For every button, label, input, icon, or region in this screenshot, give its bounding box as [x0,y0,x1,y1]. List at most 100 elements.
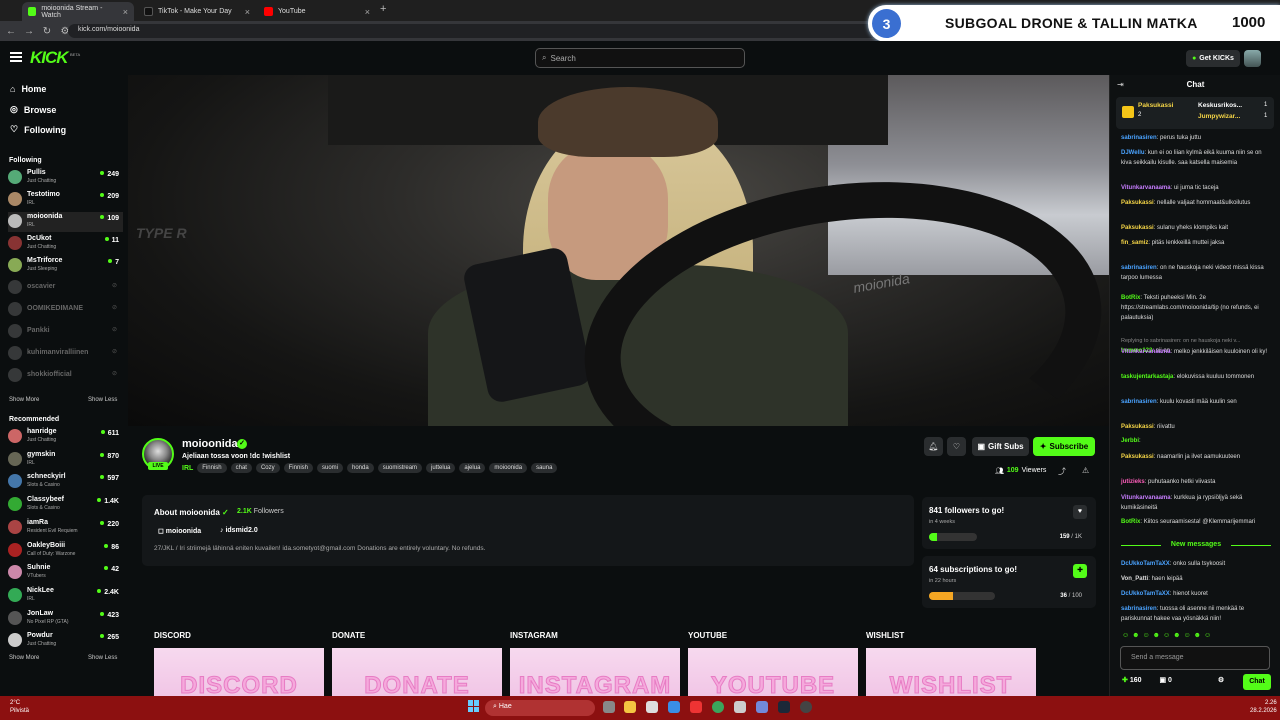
chat-username[interactable]: DcUkkoTamTaXX [1121,561,1170,567]
chat-username[interactable]: Vitunkarvanaama [1121,185,1171,191]
close-tab-icon[interactable]: × [245,7,250,17]
following-channel[interactable]: MsTriforce Just Sleeping 7 [8,256,123,276]
search-input[interactable]: ⌕ Search [535,48,745,68]
stream-tag[interactable]: Finnish [197,463,227,473]
chat-message[interactable]: Vitunkarvanaama: melko jenkkiläisen kuul… [1121,347,1271,357]
chat-username[interactable]: Paksukassi [1121,454,1154,460]
emote-bar[interactable]: ☺☻☺☻☺☻☺☻☺ [1122,632,1214,639]
following-channel[interactable]: Pullis Just Chatting 249 [8,168,123,188]
file-explorer-icon[interactable] [624,701,636,713]
chat-username[interactable]: Vitunkarvanaama [1121,349,1171,355]
chat-message[interactable]: Jerbbi: [1121,436,1271,446]
close-tab-icon[interactable]: × [365,7,370,17]
chat-username[interactable]: DJWellu [1121,150,1145,156]
follow-button[interactable]: ♡ [947,437,966,456]
kick-logo[interactable]: KICK [30,48,69,68]
stream-tag[interactable]: sauna [531,463,558,473]
recommended-channel[interactable]: schneckyirl Slots & Casino 597 [8,472,123,492]
following-channel[interactable]: shokkiofficial ⊘ [8,366,123,386]
chat-message[interactable]: sabrinasiren: perus tuka juttu [1121,133,1271,143]
recommended-channel[interactable]: NickLee IRL 2.4K [8,586,123,606]
chat-message[interactable]: Von_Patti: haen leipää [1121,574,1271,584]
following-channel[interactable]: Pankki ⊘ [8,322,123,342]
settings-icon[interactable]: ⚙ [1218,677,1224,684]
chat-username[interactable]: Vitunkarvanaama [1121,495,1171,501]
gift-subs-button[interactable]: ▣ Gift Subs [972,437,1029,456]
tab-kick[interactable]: moioonida Stream - Watch × [22,2,134,21]
chat-message[interactable]: taskujentarkastaja: elokuvissa kuuluu to… [1121,372,1271,382]
system-clock[interactable]: 2.26 28.2.2026 [1250,699,1277,715]
chat-message[interactable]: Paksukassi: riivattu [1121,422,1271,432]
show-less-recommended[interactable]: Show Less [88,655,117,661]
stream-tag[interactable]: moioonida [489,463,528,473]
subscribe-goal-button[interactable]: ✚ [1073,564,1087,578]
chat-username[interactable]: fin_samiz [1121,240,1148,246]
chat-username[interactable]: sabrinasiren [1121,399,1157,405]
following-channel[interactable]: moioonida IRL 109 [8,212,123,232]
get-kicks-button[interactable]: ● Get KICKs [1186,50,1240,67]
show-more-following[interactable]: Show More [9,397,39,403]
steam-icon[interactable] [778,701,790,713]
chat-message[interactable]: sabrinasiren: kuulu kovasti mää kuulin s… [1121,397,1271,407]
sidebar-item-home[interactable]: ⌂ Home [10,84,46,94]
stream-category[interactable]: IRL [182,465,193,472]
chat-username[interactable]: sabrinasiren [1121,265,1157,271]
chat-message[interactable]: BotRix: Teksti puheeksi Min. 2e https://… [1121,293,1271,323]
show-more-recommended[interactable]: Show More [9,655,39,661]
recommended-channel[interactable]: Powdur Just Chatting 265 [8,631,123,651]
discord-icon[interactable] [756,701,768,713]
following-channel[interactable]: OOMIKEDIMANE ⊘ [8,300,123,320]
chat-username[interactable]: Paksukassi [1121,225,1154,231]
panel-image-youtube[interactable]: YOUTUBE [688,648,858,696]
recommended-channel[interactable]: Classybeef Slots & Casino 1.4K [8,495,123,515]
recommended-channel[interactable]: OakleyBoiii Call of Duty: Warzone 86 [8,541,123,561]
sidebar-item-browse[interactable]: ◎ Browse [10,104,56,115]
stream-tag[interactable]: suomi [316,463,343,473]
pinned-user[interactable]: Jumpywizar... [1198,113,1240,120]
obs-icon[interactable] [800,701,812,713]
panel-image-donate[interactable]: DONATE [332,648,502,696]
following-channel[interactable]: oscavier ⊘ [8,278,123,298]
chat-username[interactable]: BotRix [1121,295,1140,301]
chat-message[interactable]: sabrinasiren: on ne hauskoja neki videot… [1121,263,1271,283]
chat-message[interactable]: DJWellu: kun ei oo liian kylmä eikä kuum… [1121,148,1271,168]
recommended-channel[interactable]: iamRa Resident Evil Requiem 220 [8,518,123,538]
share-icon[interactable]: ⤴ [1058,466,1066,477]
chat-username[interactable]: sabrinasiren [1121,135,1157,141]
new-tab-icon[interactable]: + [380,3,386,15]
panel-image-discord[interactable]: DISCORD [154,648,324,696]
chat-message[interactable]: jutizieks: puhutaanko hetki viivasta [1121,477,1271,487]
pinned-user[interactable]: Keskusrikos... [1198,102,1242,109]
recommended-channel[interactable]: hanridge Just Chatting 611 [8,427,123,447]
user-avatar[interactable] [1244,50,1261,67]
stream-tag[interactable]: Finnish [283,463,313,473]
recommended-channel[interactable]: Suhnie VTubers 42 [8,563,123,583]
back-icon[interactable]: ← [4,26,18,37]
taskbar-search[interactable]: ⌕ Hae [485,700,595,716]
chat-username[interactable]: BotRix [1121,519,1140,525]
chat-username[interactable]: DcUkkoTamTaXX [1121,591,1170,597]
mail-icon[interactable] [668,701,680,713]
stream-tag[interactable]: chat [230,463,252,473]
instagram-link[interactable]: ◻ moioonida [158,527,201,535]
chat-message[interactable]: DcUkkoTamTaXX: hienot kuoret [1121,589,1271,599]
send-chat-button[interactable]: Chat [1243,674,1271,690]
chat-message[interactable]: DcUkkoTamTaXX: onko sulla tsykoosit [1121,559,1271,569]
stream-tag[interactable]: juttelua [426,463,456,473]
tab-tiktok[interactable]: TikTok - Make Your Day × [138,2,256,21]
chat-username[interactable]: Paksukassi [1121,200,1154,206]
menu-icon[interactable] [10,52,22,62]
chat-username[interactable]: Paksukassi [1121,424,1154,430]
chat-input[interactable]: Send a message [1120,646,1270,670]
chat-username[interactable]: sabrinasiren [1121,606,1157,612]
close-tab-icon[interactable]: × [123,7,128,17]
report-icon[interactable]: ⚠ [1082,466,1089,475]
notification-bell-button[interactable]: 🔔︎ [924,437,943,456]
reload-icon[interactable]: ↻ [40,26,54,37]
following-channel[interactable]: DcUkot Just Chatting 11 [8,234,123,254]
recommended-channel[interactable]: JonLaw No Pixel RP (GTA) 423 [8,609,123,629]
following-channel[interactable]: Testotimo IRL 209 [8,190,123,210]
chat-username[interactable]: Von_Patti [1121,576,1148,582]
collapse-chat-icon[interactable]: ⇥ [1117,80,1124,89]
opera-icon[interactable] [690,701,702,713]
